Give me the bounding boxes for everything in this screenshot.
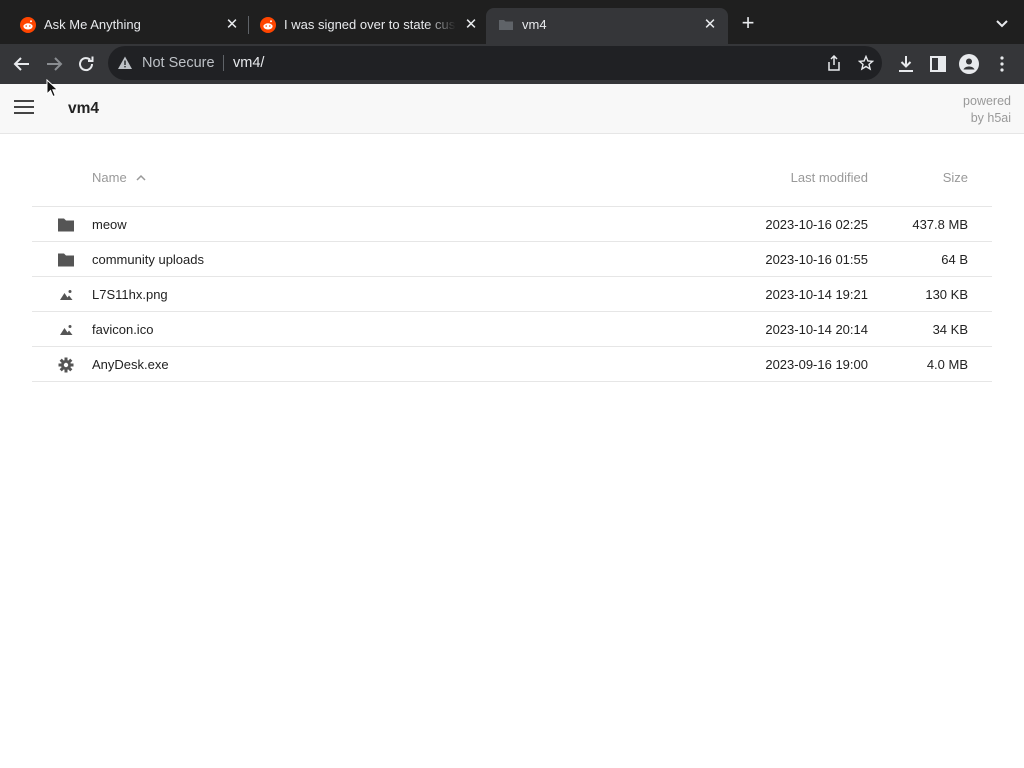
item-name[interactable]: AnyDesk.exe: [92, 357, 169, 372]
item-modified: 2023-10-16 02:25: [765, 217, 868, 232]
tab-signed-over[interactable]: I was signed over to state custody ✕: [248, 8, 486, 44]
profile-icon[interactable]: [959, 54, 979, 74]
item-size: 130 KB: [925, 287, 968, 302]
chevron-up-icon: [136, 174, 146, 181]
new-tab-button[interactable]: +: [736, 12, 760, 36]
item-modified: 2023-10-14 19:21: [765, 287, 868, 302]
tab-title: Ask Me Anything: [44, 17, 141, 32]
tab-vm4[interactable]: vm4 ✕: [486, 8, 728, 44]
reddit-icon: [260, 17, 276, 33]
image-icon: [60, 325, 73, 335]
item-name[interactable]: community uploads: [92, 252, 204, 267]
page-title: vm4: [68, 100, 100, 117]
omnibox-divider: [223, 55, 224, 71]
security-status[interactable]: Not Secure: [142, 46, 215, 80]
forward-icon[interactable]: [42, 52, 66, 76]
back-icon[interactable]: [10, 52, 34, 76]
page-header: vm4 powered by h5ai: [0, 84, 1024, 134]
reload-icon[interactable]: [74, 52, 98, 76]
tab-title: I was signed over to state custody: [284, 8, 456, 44]
menu-icon[interactable]: [14, 100, 34, 116]
list-item[interactable]: favicon.ico 2023-10-14 20:14 34 KB: [32, 312, 992, 347]
powered-line: powered: [963, 94, 1011, 108]
tab-title: vm4: [522, 17, 547, 32]
item-name[interactable]: L7S11hx.png: [92, 287, 168, 302]
chevron-down-icon[interactable]: [992, 14, 1012, 34]
item-modified: 2023-10-14 20:14: [765, 322, 868, 337]
gear-icon: [58, 357, 74, 373]
column-header-size[interactable]: Size: [943, 170, 968, 185]
tab-strip: Ask Me Anything ✕ I was signed over to s…: [0, 0, 1024, 44]
url-text[interactable]: vm4/: [233, 46, 264, 80]
column-header-name[interactable]: Name: [92, 170, 146, 185]
file-listing: Name Last modified Size meow 2023-10-16 …: [32, 160, 992, 382]
star-icon[interactable]: [858, 55, 874, 71]
list-item[interactable]: community uploads 2023-10-16 01:55 64 B: [32, 242, 992, 277]
item-size: 4.0 MB: [926, 357, 968, 372]
list-item[interactable]: AnyDesk.exe 2023-09-16 19:00 4.0 MB: [32, 347, 992, 382]
item-modified: 2023-10-16 01:55: [765, 252, 868, 267]
tab-close-button[interactable]: ✕: [224, 17, 240, 33]
tab-ask-me-anything[interactable]: Ask Me Anything ✕: [8, 8, 248, 44]
address-bar[interactable]: Not Secure vm4/: [108, 46, 882, 80]
reddit-icon: [20, 17, 36, 33]
powered-by-link[interactable]: powered by h5ai: [931, 93, 1011, 127]
item-name[interactable]: favicon.ico: [92, 322, 153, 337]
tab-close-button[interactable]: ✕: [702, 17, 718, 33]
column-header-modified[interactable]: Last modified: [791, 170, 868, 185]
powered-line: by h5ai: [970, 111, 1011, 125]
folder-icon: [499, 20, 513, 30]
item-size: 64 B: [941, 252, 968, 267]
item-name[interactable]: meow: [92, 217, 127, 232]
item-modified: 2023-09-16 19:00: [765, 357, 868, 372]
list-item[interactable]: meow 2023-10-16 02:25 437.8 MB: [32, 207, 992, 242]
item-size: 34 KB: [932, 322, 968, 337]
more-menu-icon[interactable]: [992, 54, 1012, 74]
folder-icon: [58, 218, 74, 232]
download-icon[interactable]: [896, 54, 916, 74]
title-fade: [426, 8, 456, 44]
item-size: 437.8 MB: [912, 217, 968, 232]
image-icon: [60, 290, 73, 300]
listing-header: Name Last modified Size: [32, 160, 992, 207]
share-icon[interactable]: [826, 55, 842, 71]
folder-icon: [58, 253, 74, 267]
mouse-cursor-icon: [46, 79, 59, 98]
side-panel-icon[interactable]: [928, 54, 948, 74]
warning-icon[interactable]: [117, 55, 133, 71]
tab-close-button[interactable]: ✕: [463, 17, 479, 33]
list-item[interactable]: L7S11hx.png 2023-10-14 19:21 130 KB: [32, 277, 992, 312]
browser-toolbar: Not Secure vm4/: [0, 44, 1024, 84]
